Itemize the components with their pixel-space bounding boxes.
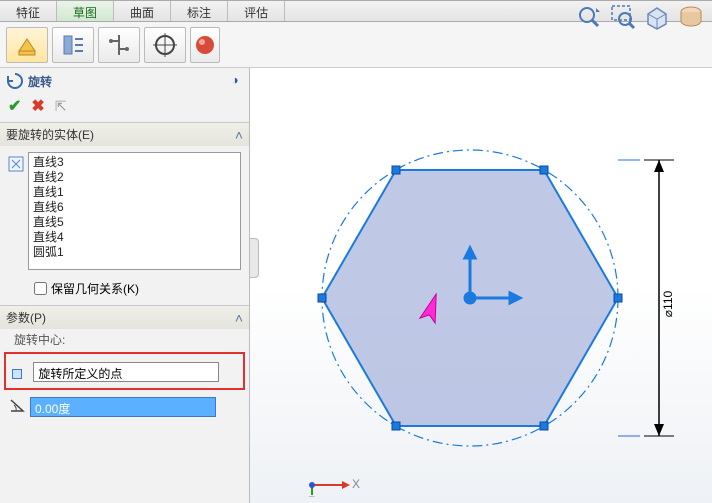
params-group-header[interactable]: 参数(P) ˄ — [0, 306, 249, 329]
feature-header: 旋转 — [0, 68, 249, 94]
display-style-icon[interactable] — [678, 4, 704, 33]
propertymgr-tab-icon[interactable] — [52, 27, 94, 63]
entities-listbox[interactable]: 直线3 直线2 直线1 直线6 直线5 直线4 圆弧1 — [28, 152, 241, 270]
angle-icon — [8, 396, 26, 417]
point-selector-icon[interactable] — [12, 369, 22, 379]
list-item[interactable]: 直线2 — [33, 170, 236, 185]
featuremgr-tab-icon[interactable] — [6, 27, 48, 63]
cursor-indicator-icon — [410, 293, 450, 343]
help-icon[interactable]: ◑ — [224, 70, 246, 92]
tab-features[interactable]: 特征 — [0, 1, 57, 21]
dimxpert-tab-icon[interactable] — [144, 27, 186, 63]
view-orientation-icon[interactable] — [644, 4, 670, 33]
pushpin-icon[interactable]: ⇱ — [55, 98, 67, 115]
highlighted-input-area: 旋转所定义的点 — [4, 352, 245, 390]
angle-input[interactable]: 0.00度 — [30, 397, 216, 417]
ok-icon[interactable]: ✔ — [8, 96, 21, 116]
cancel-icon[interactable]: ✖ — [31, 96, 44, 116]
display-tab-icon[interactable] — [190, 27, 220, 63]
tab-sketch[interactable]: 草图 — [57, 1, 114, 21]
sketch-hexagon — [280, 128, 640, 468]
entities-group-label: 要旋转的实体(E) — [6, 126, 94, 143]
tab-evaluate[interactable]: 评估 — [228, 1, 285, 21]
graphics-viewport[interactable]: ⌀110 X Z — [250, 68, 712, 503]
tab-surfaces[interactable]: 曲面 — [114, 1, 171, 21]
configmgr-tab-icon[interactable] — [98, 27, 140, 63]
selection-list-icon — [8, 156, 24, 175]
list-item[interactable]: 直线3 — [33, 155, 236, 170]
rotation-center-label: 旋转中心: — [0, 329, 249, 350]
rotation-center-input[interactable]: 旋转所定义的点 — [33, 362, 219, 382]
feature-title: 旋转 — [28, 73, 52, 90]
keep-relations-label: 保留几何关系(K) — [51, 280, 139, 297]
list-item[interactable]: 直线4 — [33, 230, 236, 245]
zoom-fit-icon[interactable] — [576, 4, 602, 33]
svg-text:Z: Z — [308, 494, 315, 497]
svg-text:⌀110: ⌀110 — [661, 290, 675, 317]
list-item[interactable]: 直线6 — [33, 200, 236, 215]
panel-collapse-handle[interactable] — [249, 238, 259, 278]
keep-relations-checkbox[interactable] — [34, 282, 47, 295]
entities-group-header[interactable]: 要旋转的实体(E) ˄ — [0, 123, 249, 146]
diameter-dimension[interactable]: ⌀110 — [634, 128, 684, 468]
zoom-area-icon[interactable] — [610, 4, 636, 33]
list-item[interactable]: 圆弧1 — [33, 245, 236, 260]
list-item[interactable]: 直线5 — [33, 215, 236, 230]
tab-annotate[interactable]: 标注 — [171, 1, 228, 21]
property-panel: 旋转 ✔ ✖ ⇱ 要旋转的实体(E) ˄ 直线3 直线2 直线1 直线6 — [0, 68, 250, 503]
svg-text:X: X — [352, 477, 360, 491]
rotate-feature-icon — [6, 72, 24, 90]
chevron-up-icon: ˄ — [235, 310, 243, 326]
params-group-label: 参数(P) — [6, 309, 46, 326]
view-toolbar — [576, 4, 704, 33]
list-item[interactable]: 直线1 — [33, 185, 236, 200]
chevron-up-icon: ˄ — [235, 127, 243, 143]
coordinate-triad-icon: X Z — [302, 457, 362, 497]
